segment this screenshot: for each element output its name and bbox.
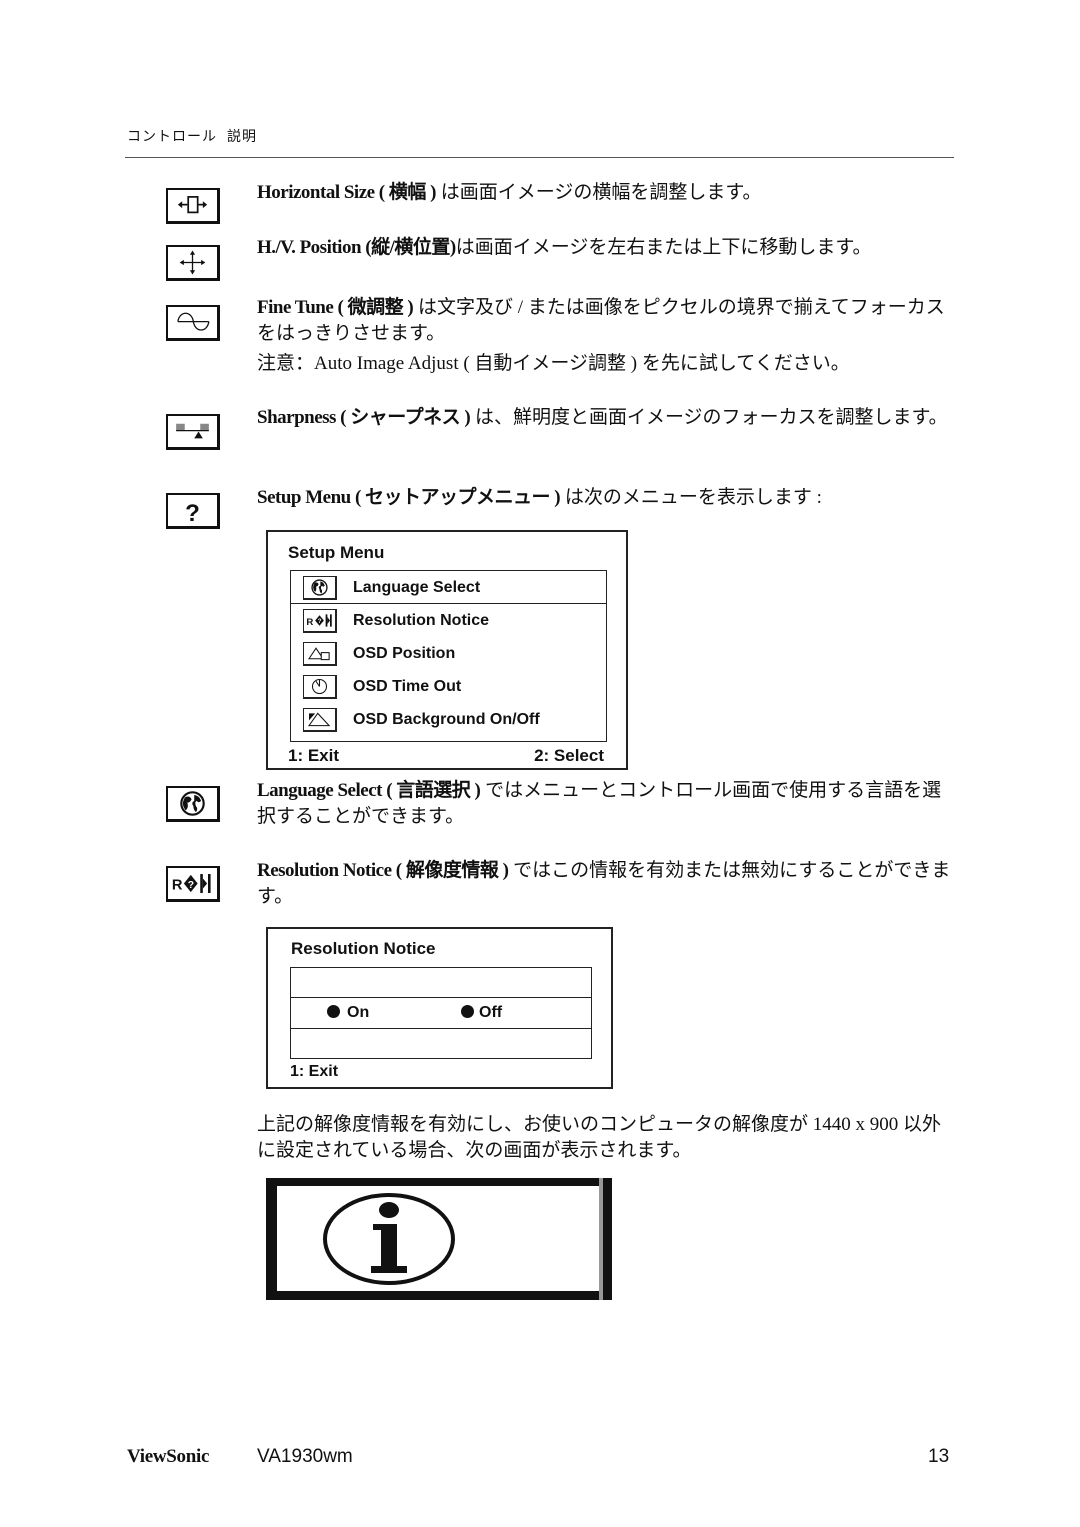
resolution-notice-exit[interactable]: 1: Exit xyxy=(290,1063,338,1081)
item-term: H./V. Position (縦/横位置) xyxy=(257,237,456,258)
setup-menu-item-osd-position[interactable]: OSD Position xyxy=(291,637,606,669)
setup-menu-item-osd-time-out[interactable]: OSD Time Out xyxy=(291,670,606,702)
setup-menu-exit[interactable]: 1: Exit xyxy=(288,746,339,766)
svg-text:R: R xyxy=(172,878,183,894)
osd-background-icon xyxy=(303,708,337,732)
resolution-paragraph: 上記の解像度情報を有効にし、お使いのコンピュータの解像度が 1440 x 900… xyxy=(257,1114,942,1161)
item-setup-menu: Setup Menu ( セットアップメニュー ) は次のメニューを表示します … xyxy=(257,485,957,511)
svg-text:?: ? xyxy=(185,500,200,526)
item-text: は次のメニューを表示します : xyxy=(560,487,822,508)
setup-menu-icon: ? xyxy=(166,493,220,529)
setup-menu-item-label: OSD Position xyxy=(353,645,456,662)
resolution-notice-icon: R ? xyxy=(166,866,220,902)
option-on[interactable]: On xyxy=(327,1004,369,1022)
page-number: 13 xyxy=(928,1446,950,1467)
item-horizontal-size: Horizontal Size ( 横幅 ) は画面イメージの横幅を調整します。 xyxy=(257,180,957,206)
item-term: Horizontal Size ( 横幅 ) xyxy=(257,182,436,203)
globe-icon xyxy=(303,576,337,600)
option-row: On Off xyxy=(291,997,591,1029)
osd-position-icon xyxy=(303,642,337,666)
item-term: Fine Tune ( 微調整 ) xyxy=(257,297,414,318)
item-fine-tune: Fine Tune ( 微調整 ) は文字及び / または画像をピクセルの境界で… xyxy=(257,295,957,347)
option-off[interactable]: Off xyxy=(461,1004,502,1022)
header-control: コントロール xyxy=(127,130,217,145)
setup-menu-item-label: Resolution Notice xyxy=(353,612,490,629)
item-language-select: Language Select ( 言語選択 ) ではメニューとコントロール画面… xyxy=(257,778,957,830)
setup-menu-item-label: Language Select xyxy=(353,579,481,596)
item-hv-position: H./V. Position (縦/横位置)は画面イメージを左右または上下に移動… xyxy=(257,235,957,261)
setup-menu-osd: Setup Menu Language Select R? Resolution… xyxy=(266,530,628,770)
item-term: Language Select ( 言語選択 ) xyxy=(257,780,481,801)
resolution-notice-title: Resolution Notice xyxy=(291,939,436,958)
resolution-notice-icon: R? xyxy=(303,609,337,633)
setup-menu-select[interactable]: 2: Select xyxy=(534,746,604,766)
header-description: 説明 xyxy=(227,130,257,145)
footer-model: VA1930wm xyxy=(257,1446,353,1467)
item-resolution-notice: Resolution Notice ( 解像度情報 ) ではこの情報を有効または… xyxy=(257,858,957,910)
resolution-notice-osd: Resolution Notice On Off 1: Exit xyxy=(266,927,613,1089)
resolution-notice-options: On Off xyxy=(290,967,592,1059)
setup-menu-list: Language Select R? Resolution Notice OSD… xyxy=(290,570,607,742)
item-text: は画面イメージの横幅を調整します。 xyxy=(435,182,762,203)
item-text: は画面イメージを左右または上下に移動します。 xyxy=(455,237,872,258)
svg-text:?: ? xyxy=(188,880,194,891)
info-screen-inner xyxy=(277,1186,599,1291)
clock-icon xyxy=(303,675,337,699)
sharpness-icon xyxy=(166,414,220,450)
language-select-icon xyxy=(166,786,220,822)
radio-on-icon xyxy=(327,1005,340,1018)
radio-off-icon xyxy=(461,1005,474,1018)
info-screen-edge xyxy=(599,1178,603,1300)
setup-menu-item-language-select[interactable]: Language Select xyxy=(291,571,606,604)
header-rule xyxy=(125,157,954,158)
horizontal-size-icon xyxy=(166,188,220,224)
item-term: Sharpness ( シャープネス ) xyxy=(257,407,471,428)
setup-menu-item-resolution-notice[interactable]: R? Resolution Notice xyxy=(291,604,606,636)
info-screen xyxy=(266,1178,612,1300)
setup-menu-item-osd-background[interactable]: OSD Background On/Off xyxy=(291,703,606,735)
option-on-label: On xyxy=(347,1004,370,1021)
table-header: コントロール 説明 xyxy=(127,126,257,146)
info-icon xyxy=(323,1193,455,1285)
svg-text:R: R xyxy=(306,617,313,628)
footer-brand: ViewSonic xyxy=(127,1446,210,1467)
hv-position-icon xyxy=(166,245,220,281)
item-sharpness: Sharpness ( シャープネス ) は、鮮明度と画面イメージのフォーカスを… xyxy=(257,405,957,431)
setup-menu-item-label: OSD Time Out xyxy=(353,678,462,695)
setup-menu-item-label: OSD Background On/Off xyxy=(353,711,540,728)
option-off-label: Off xyxy=(479,1004,503,1021)
item-text: は、鮮明度と画面イメージのフォーカスを調整します。 xyxy=(470,407,948,428)
item-term: Resolution Notice ( 解像度情報 ) xyxy=(257,860,509,881)
fine-tune-note: 注意：Auto Image Adjust ( 自動イメージ調整 ) を先に試して… xyxy=(257,353,850,374)
svg-text:?: ? xyxy=(318,618,322,625)
setup-menu-title: Setup Menu xyxy=(288,543,385,562)
fine-tune-icon xyxy=(166,305,220,341)
item-term: Setup Menu ( セットアップメニュー ) xyxy=(257,487,561,508)
